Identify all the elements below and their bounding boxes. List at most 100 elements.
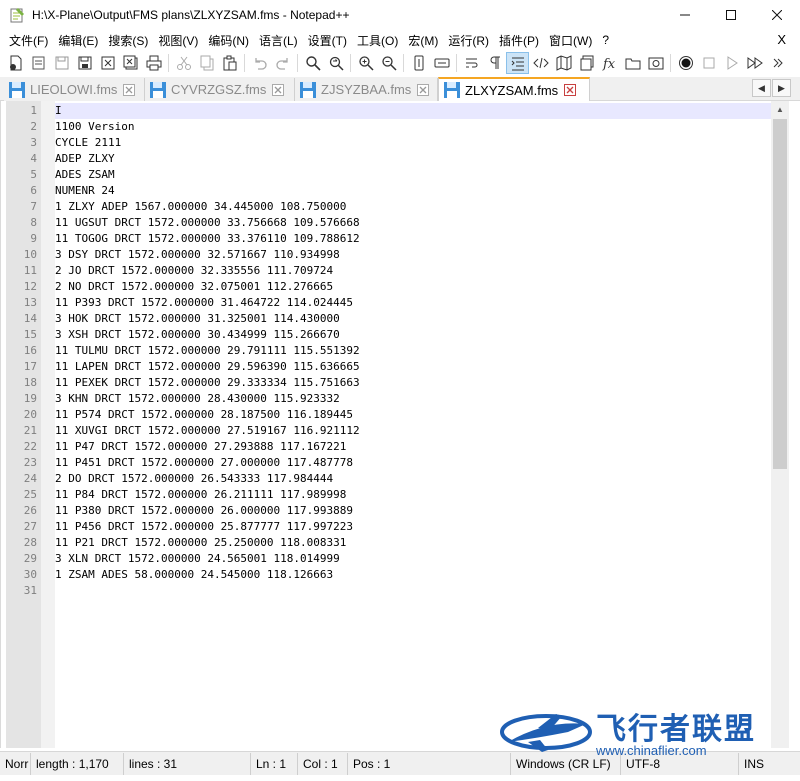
maximize-button[interactable] [708, 0, 754, 30]
code-line[interactable]: 11 P393 DRCT 1572.000000 31.464722 114.0… [55, 296, 353, 309]
code-line[interactable]: 11 UGSUT DRCT 1572.000000 33.756668 109.… [55, 216, 360, 229]
code-line[interactable]: 11 TULMU DRCT 1572.000000 29.791111 115.… [55, 344, 360, 357]
indent-guide-button[interactable] [506, 52, 529, 74]
save-disk-icon [8, 81, 26, 99]
code-line[interactable]: 11 P380 DRCT 1572.000000 26.000000 117.9… [55, 504, 353, 517]
code-line[interactable]: 1100 Version [55, 120, 134, 133]
save-button[interactable] [50, 52, 73, 74]
code-line[interactable]: CYCLE 2111 [55, 136, 121, 149]
close-all-button[interactable] [119, 52, 142, 74]
code-line[interactable]: 3 XLN DRCT 1572.000000 24.565001 118.014… [55, 552, 340, 565]
close-document-button[interactable]: X [777, 32, 786, 47]
tab-cyvrzgsz[interactable]: CYVRZGSZ.fms [145, 78, 295, 101]
code-line[interactable]: 11 TOGOG DRCT 1572.000000 33.376110 109.… [55, 232, 360, 245]
fold-margin [41, 101, 55, 748]
close-icon [772, 10, 782, 20]
code-line[interactable]: 3 HOK DRCT 1572.000000 31.325001 114.430… [55, 312, 340, 325]
cut-button[interactable] [172, 52, 195, 74]
scroll-up-icon[interactable]: ▲ [771, 101, 789, 117]
code-line[interactable]: 11 P451 DRCT 1572.000000 27.000000 117.4… [55, 456, 353, 469]
code-line[interactable]: 2 JO DRCT 1572.000000 32.335556 111.7097… [55, 264, 333, 277]
toolbar-overflow-button[interactable] [766, 52, 789, 74]
tab-close-icon[interactable] [417, 83, 430, 96]
menu-search[interactable]: 搜索(S) [103, 32, 153, 49]
stop-macro-button[interactable] [697, 52, 720, 74]
tab-lieolowi[interactable]: LIEOLOWI.fms [4, 78, 145, 101]
function-list-button[interactable]: fx [598, 52, 621, 74]
code-line[interactable]: 3 DSY DRCT 1572.000000 32.571667 110.934… [55, 248, 340, 261]
menu-help[interactable]: ? [597, 33, 614, 47]
menu-window[interactable]: 窗口(W) [544, 32, 597, 49]
tab-close-icon[interactable] [272, 83, 285, 96]
show-all-chars-button[interactable] [483, 52, 506, 74]
code-line[interactable]: 1 ZLXY ADEP 1567.000000 34.445000 108.75… [55, 200, 346, 213]
run-macro-multiple-button[interactable] [743, 52, 766, 74]
menu-edit[interactable]: 编辑(E) [53, 32, 103, 49]
menu-macro[interactable]: 宏(M) [403, 32, 443, 49]
undo-button[interactable] [248, 52, 271, 74]
record-macro-button[interactable] [674, 52, 697, 74]
print-button[interactable] [142, 52, 165, 74]
zoom-in-button[interactable] [354, 52, 377, 74]
scrollbar-thumb[interactable] [773, 119, 787, 469]
code-line[interactable]: 11 PEXEK DRCT 1572.000000 29.333334 115.… [55, 376, 360, 389]
menu-file[interactable]: 文件(F) [0, 32, 53, 49]
sync-vertical-button[interactable] [407, 52, 430, 74]
menu-view[interactable]: 视图(V) [153, 32, 203, 49]
menu-settings[interactable]: 设置(T) [303, 32, 352, 49]
folder-workspace-button[interactable] [621, 52, 644, 74]
menu-tools[interactable]: 工具(O) [352, 32, 403, 49]
menu-language[interactable]: 语言(L) [254, 32, 303, 49]
code-line[interactable]: I [55, 104, 62, 117]
code-line[interactable]: 2 DO DRCT 1572.000000 26.543333 117.9844… [55, 472, 333, 485]
tab-close-icon[interactable] [123, 83, 136, 96]
code-line[interactable]: 11 P21 DRCT 1572.000000 25.250000 118.00… [55, 536, 346, 549]
code-line[interactable]: 11 LAPEN DRCT 1572.000000 29.596390 115.… [55, 360, 360, 373]
tab-scroll-right-button[interactable]: ▶ [772, 79, 791, 97]
code-line[interactable]: 2 NO DRCT 1572.000000 32.075001 112.2766… [55, 280, 333, 293]
monitoring-button[interactable] [644, 52, 667, 74]
open-file-button[interactable] [27, 52, 50, 74]
menu-plugins[interactable]: 插件(P) [494, 32, 544, 49]
tab-zlxyzsam[interactable]: ZLXYZSAM.fms [438, 77, 590, 101]
tab-zjsyzbaa[interactable]: ZJSYZBAA.fms [295, 78, 438, 101]
tab-scroll-left-button[interactable]: ◀ [752, 79, 771, 97]
paste-button[interactable] [218, 52, 241, 74]
code-line[interactable]: ADEP ZLXY [55, 152, 115, 165]
menu-encoding[interactable]: 编码(N) [203, 32, 254, 49]
find-button[interactable] [301, 52, 324, 74]
code-line[interactable]: 3 KHN DRCT 1572.000000 28.430000 115.923… [55, 392, 340, 405]
code-line[interactable]: 1 ZSAM ADES 58.000000 24.545000 118.1266… [55, 568, 333, 581]
zoom-out-button[interactable] [377, 52, 400, 74]
code-line[interactable]: 3 XSH DRCT 1572.000000 30.434999 115.266… [55, 328, 340, 341]
code-line[interactable]: 11 P574 DRCT 1572.000000 28.187500 116.1… [55, 408, 353, 421]
replace-button[interactable] [324, 52, 347, 74]
code-line[interactable]: 11 XUVGI DRCT 1572.000000 27.519167 116.… [55, 424, 360, 437]
close-window-button[interactable] [754, 0, 800, 30]
code-line[interactable]: 11 P456 DRCT 1572.000000 25.877777 117.9… [55, 520, 353, 533]
xml-tag-button[interactable] [529, 52, 552, 74]
editor-pane[interactable]: 1 2 3 4 5 6 7 8 9 10 11 12 13 14 15 16 17 18 19 20 21 22 23 24 2… [0, 101, 790, 748]
minimize-button[interactable] [662, 0, 708, 30]
close-file-button[interactable] [96, 52, 119, 74]
copy-button[interactable] [195, 52, 218, 74]
play-macro-button[interactable] [720, 52, 743, 74]
word-wrap-button[interactable] [460, 52, 483, 74]
tab-close-icon[interactable] [564, 84, 577, 96]
watermark-title: 飞行者联盟 [596, 712, 756, 747]
sync-horizontal-button[interactable] [430, 52, 453, 74]
line-number: 3 [30, 136, 37, 149]
fast-forward-icon [747, 57, 763, 69]
save-all-button[interactable] [73, 52, 96, 74]
menu-run[interactable]: 运行(R) [443, 32, 494, 49]
new-file-button[interactable] [4, 52, 27, 74]
redo-button[interactable] [271, 52, 294, 74]
code-line[interactable]: ADES ZSAM [55, 168, 115, 181]
document-list-button[interactable] [575, 52, 598, 74]
document-map-button[interactable] [552, 52, 575, 74]
code-line[interactable]: NUMENR 24 [55, 184, 115, 197]
code-line[interactable]: 11 P84 DRCT 1572.000000 26.211111 117.98… [55, 488, 346, 501]
code-line[interactable]: 11 P47 DRCT 1572.000000 27.293888 117.16… [55, 440, 346, 453]
copy-icon [200, 55, 213, 71]
vertical-scrollbar[interactable]: ▲ [771, 101, 789, 748]
